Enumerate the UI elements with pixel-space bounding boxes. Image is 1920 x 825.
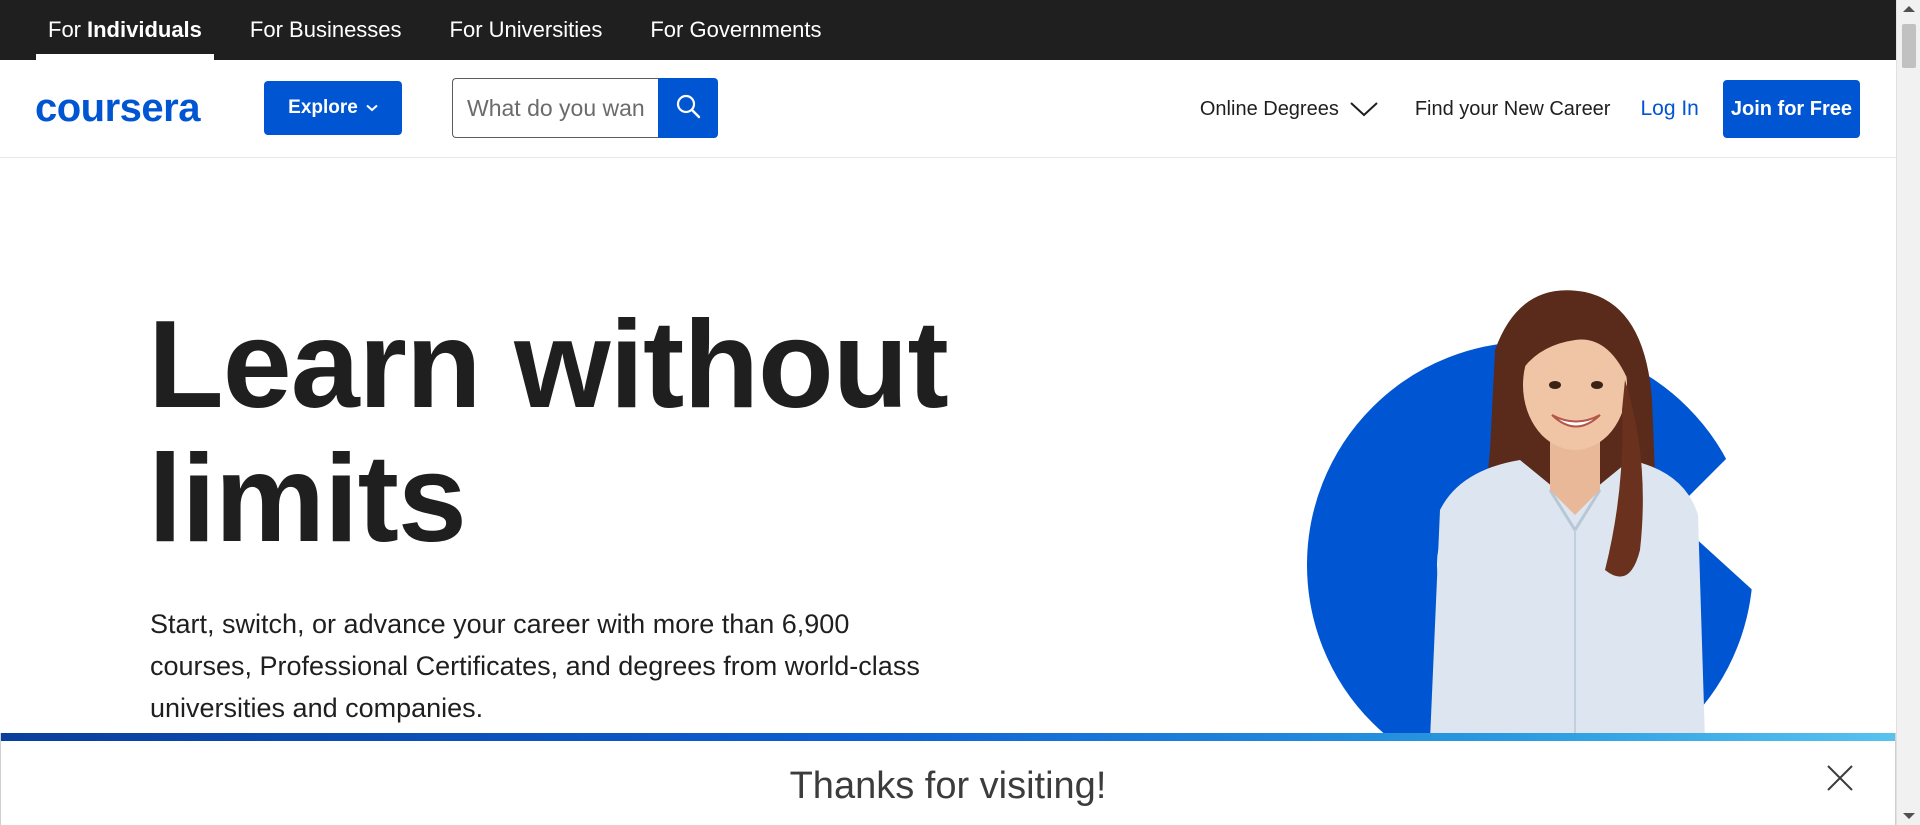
explore-label: Explore bbox=[288, 97, 358, 118]
scroll-thumb[interactable] bbox=[1902, 24, 1916, 68]
find-career-link[interactable]: Find your New Career bbox=[1415, 98, 1611, 121]
scroll-down-icon[interactable] bbox=[1903, 813, 1915, 819]
hero-title-line: limits bbox=[148, 430, 467, 568]
join-for-free-button[interactable]: Join for Free bbox=[1722, 80, 1860, 138]
audience-link-prefix: For bbox=[48, 17, 81, 42]
hero-title: Learn without limits bbox=[148, 298, 1048, 566]
thanks-banner: Thanks for visiting! bbox=[0, 733, 1896, 825]
audience-link-governments[interactable]: For Governments bbox=[638, 0, 833, 60]
audience-link-individuals[interactable]: For Individuals bbox=[36, 0, 214, 60]
learner-portrait bbox=[1430, 290, 1705, 740]
audience-link-universities[interactable]: For Universities bbox=[438, 0, 615, 60]
audience-link-label: Individuals bbox=[87, 17, 202, 42]
chevron-down-icon bbox=[1349, 101, 1379, 117]
banner-accent-stripe bbox=[1, 733, 1895, 741]
scroll-up-icon[interactable] bbox=[1903, 6, 1915, 12]
hero-subtitle: Start, switch, or advance your career wi… bbox=[150, 609, 920, 723]
search-bar bbox=[452, 78, 718, 138]
page-scrollbar[interactable] bbox=[1896, 0, 1920, 825]
hero-image bbox=[1280, 285, 1780, 740]
coursera-logo[interactable]: coursera bbox=[35, 86, 200, 131]
banner-title: Thanks for visiting! bbox=[789, 765, 1107, 807]
coursera-homepage: For Individuals For Businesses For Unive… bbox=[0, 0, 1920, 825]
audience-link-businesses[interactable]: For Businesses bbox=[238, 0, 414, 60]
header-right-nav: Online Degrees Find your New Career Log … bbox=[1200, 80, 1860, 138]
online-degrees-label: Online Degrees bbox=[1199, 97, 1339, 120]
explore-button[interactable]: Explore bbox=[264, 81, 402, 135]
search-button[interactable] bbox=[658, 78, 718, 138]
search-input[interactable] bbox=[452, 78, 658, 138]
audience-nav: For Individuals For Businesses For Unive… bbox=[0, 0, 1896, 60]
login-link[interactable]: Log In bbox=[1640, 97, 1698, 121]
online-degrees-menu[interactable]: Online Degrees bbox=[1200, 98, 1379, 121]
chevron-down-icon bbox=[366, 104, 378, 112]
hero-title-line: Learn without bbox=[148, 296, 949, 434]
close-icon bbox=[1825, 763, 1855, 798]
search-icon bbox=[675, 93, 701, 124]
banner-close-button[interactable] bbox=[1823, 763, 1857, 797]
main-header: coursera Explore Online Degrees bbox=[0, 60, 1896, 158]
